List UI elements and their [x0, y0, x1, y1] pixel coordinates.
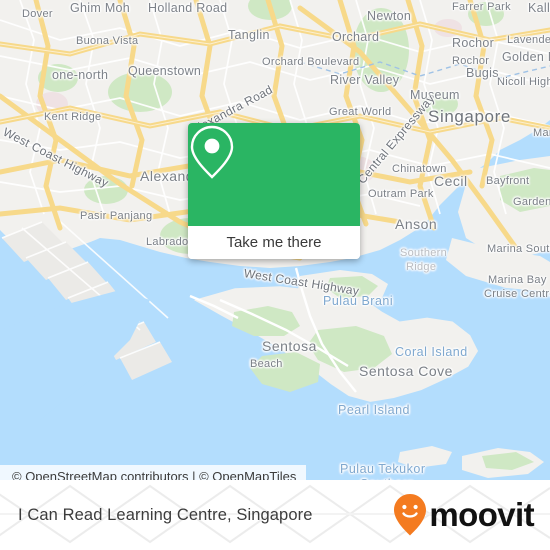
- moovit-smiley-pin-icon: [394, 494, 427, 536]
- map-attribution[interactable]: © OpenStreetMap contributors | © OpenMap…: [0, 465, 307, 480]
- map-canvas[interactable]: Dover Ghim Moh Holland Road Newton Farrer Pa…: [0, 0, 550, 480]
- place-popup-card[interactable]: Take me there: [188, 123, 360, 259]
- take-me-there-button[interactable]: Take me there: [188, 226, 360, 259]
- moovit-logo[interactable]: moovit: [393, 480, 535, 550]
- page-title: I Can Read Learning Centre, Singapore: [18, 505, 313, 524]
- moovit-map-screen: Dover Ghim Moh Holland Road Newton Farrer Pa…: [0, 0, 550, 550]
- map-pin-icon: [190, 125, 234, 179]
- place-popup-header: [188, 123, 360, 226]
- footer-bar: I Can Read Learning Centre, Singapore mo…: [0, 480, 550, 550]
- moovit-wordmark: moovit: [429, 495, 534, 533]
